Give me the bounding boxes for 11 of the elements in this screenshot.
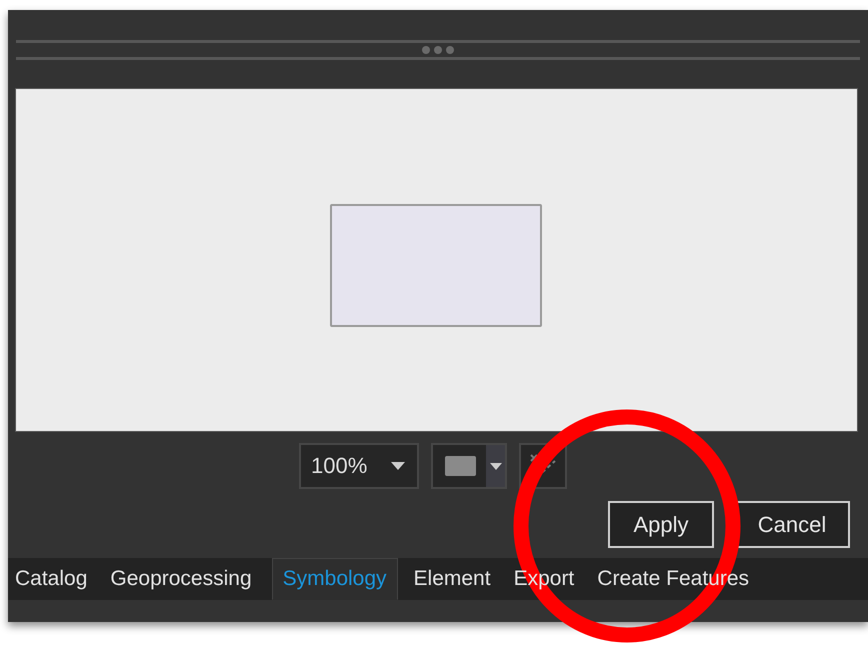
grip-dots-icon	[421, 45, 455, 55]
panel-tab[interactable]: Symbology	[272, 558, 398, 600]
zoom-dropdown[interactable]: 100%	[299, 443, 419, 489]
caret-icon	[391, 462, 405, 470]
resize-grip[interactable]	[16, 40, 860, 60]
panel-tab[interactable]: Element	[410, 558, 498, 600]
caret-icon	[490, 462, 502, 470]
apply-button[interactable]: Apply	[608, 501, 714, 548]
panel-tab[interactable]: Geoprocessing	[107, 558, 259, 600]
panel-tab[interactable]: Catalog	[12, 558, 94, 600]
background-color-dropdown[interactable]	[431, 443, 507, 489]
